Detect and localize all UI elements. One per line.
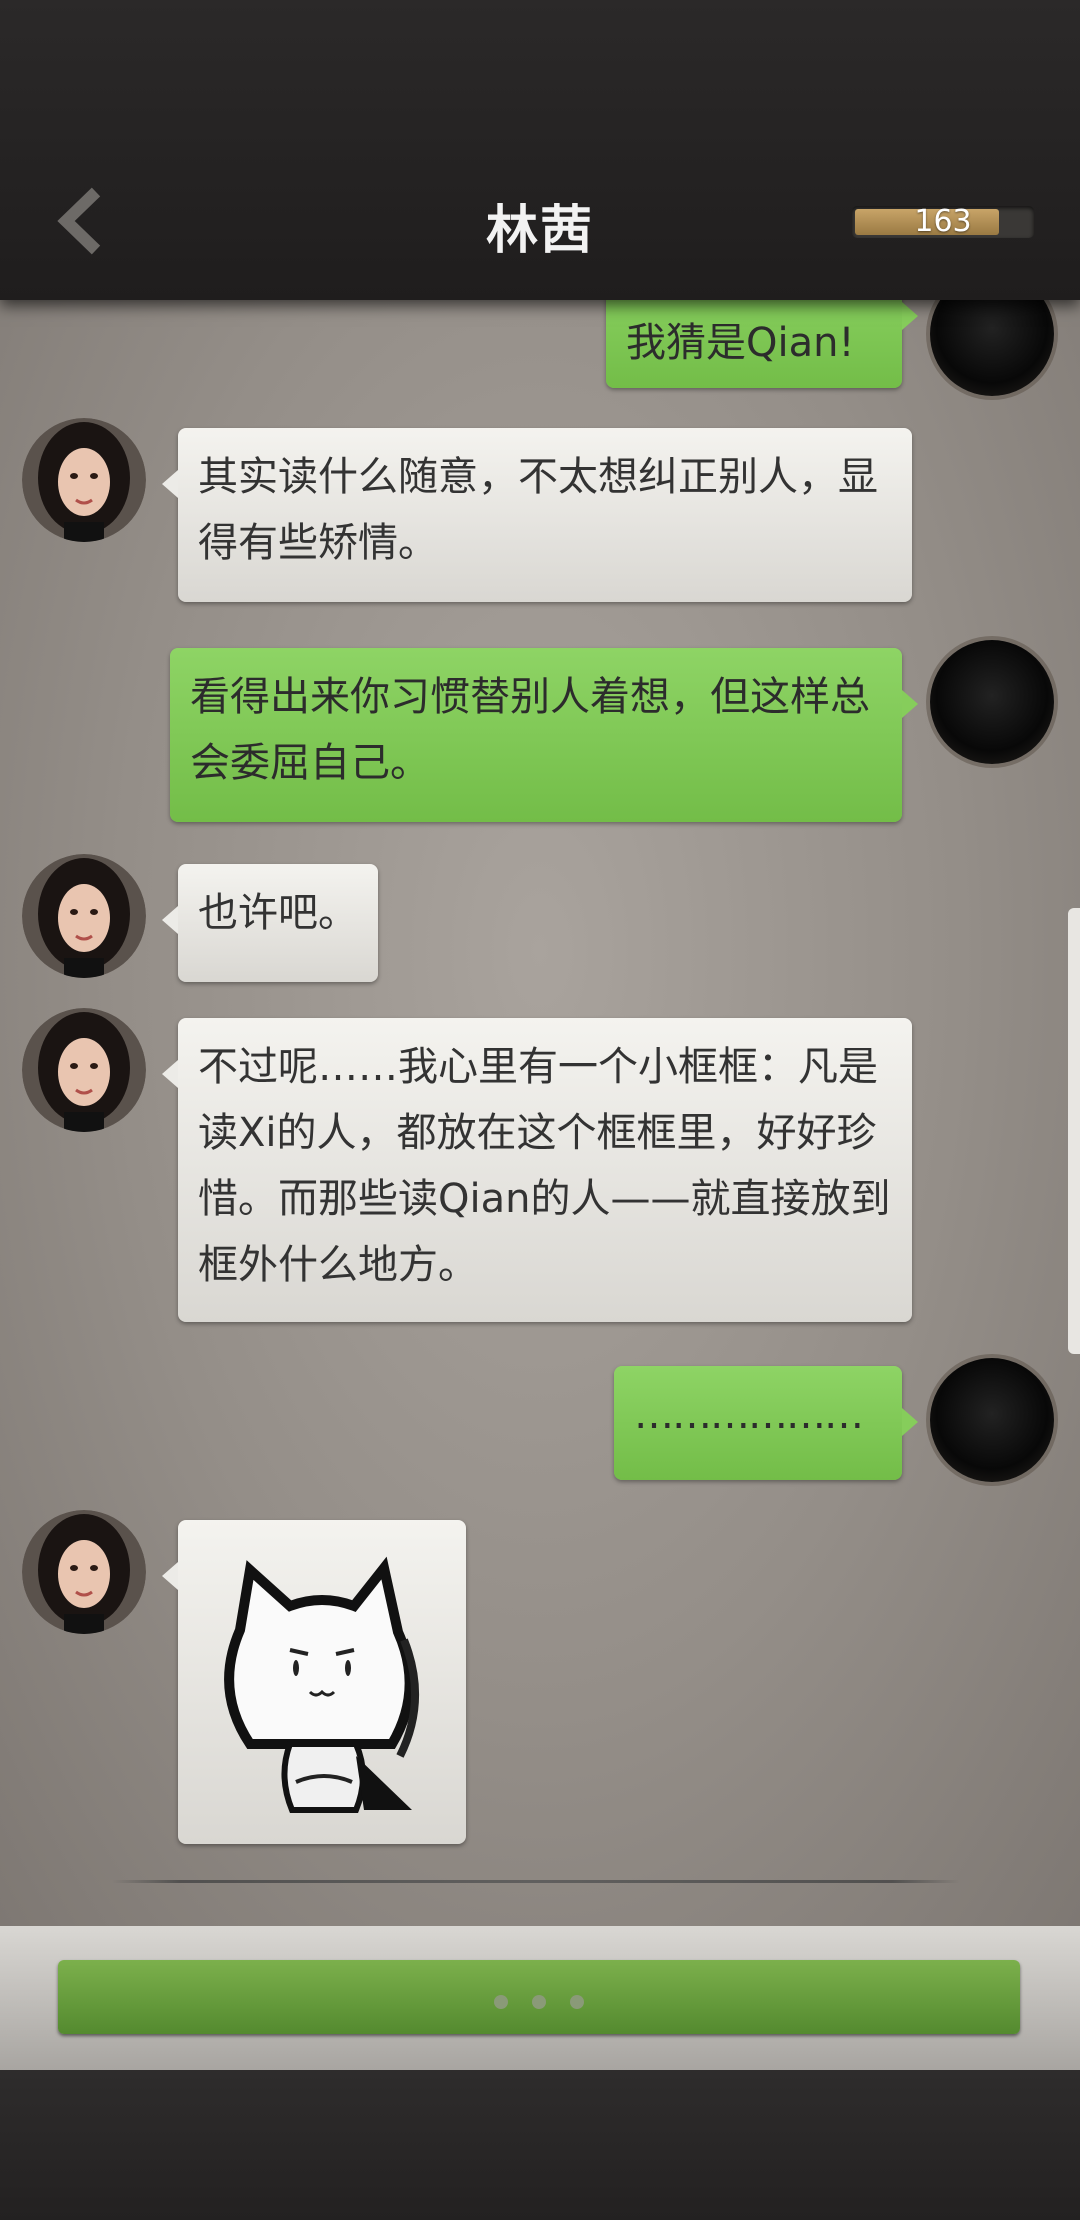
- message-text: 我猜是Qian!: [626, 320, 855, 366]
- typing-indicator-icon: [58, 1994, 1020, 2013]
- progress-meter: 163: [852, 206, 1034, 238]
- scrollbar[interactable]: [1068, 908, 1080, 1354]
- message-text: ………………: [634, 1392, 864, 1438]
- message-text: 不过呢……我心里有一个小框框：凡是读Xi的人，都放在这个框框里，好好珍惜。而那些…: [198, 1044, 891, 1288]
- chat-bubble-contact: 也许吧。: [162, 864, 378, 982]
- footer-bar: [0, 2070, 1080, 2220]
- chat-bubble-self: 我猜是Qian!: [606, 300, 918, 388]
- contact-avatar-photo-icon: [22, 1008, 146, 1132]
- self-avatar[interactable]: [930, 1358, 1054, 1482]
- chat-bubble-contact: 其实读什么随意，不太想纠正别人，显得有些矫情。: [162, 428, 912, 602]
- chat-bubble-self: ………………: [614, 1366, 918, 1480]
- contact-avatar[interactable]: [22, 1008, 146, 1132]
- divider: [112, 1880, 960, 1883]
- cat-sticker-icon: [224, 1556, 419, 1813]
- dot: [532, 1995, 546, 2009]
- message-text: 其实读什么随意，不太想纠正别人，显得有些矫情。: [198, 454, 878, 566]
- contact-avatar[interactable]: [22, 1510, 146, 1634]
- self-avatar[interactable]: [930, 640, 1054, 764]
- chat-area[interactable]: 我猜是Qian! 其实读什么随意，不太想纠正别人，显得有些矫情。 看得出来你习惯…: [0, 300, 1080, 1926]
- chat-bubble-contact: 不过呢……我心里有一个小框框：凡是读Xi的人，都放在这个框框里，好好珍惜。而那些…: [162, 1018, 912, 1322]
- top-bar: 林茜 163: [0, 0, 1080, 300]
- chat-bubble-self: 看得出来你习惯替别人着想，但这样总会委屈自己。: [170, 648, 918, 822]
- dot: [494, 1995, 508, 2009]
- progress-value: 163: [914, 204, 972, 239]
- dot: [570, 1995, 584, 2009]
- contact-avatar-photo-icon: [22, 854, 146, 978]
- message-text: 看得出来你习惯替别人着想，但这样总会委屈自己。: [190, 674, 870, 786]
- contact-avatar-photo-icon: [22, 1510, 146, 1634]
- contact-avatar-photo-icon: [22, 418, 146, 542]
- sticker-bubble[interactable]: [162, 1520, 466, 1844]
- message-text: 也许吧。: [198, 890, 358, 936]
- contact-avatar[interactable]: [22, 418, 146, 542]
- self-avatar[interactable]: [930, 300, 1054, 396]
- contact-avatar[interactable]: [22, 854, 146, 978]
- continue-button[interactable]: [58, 1960, 1020, 2034]
